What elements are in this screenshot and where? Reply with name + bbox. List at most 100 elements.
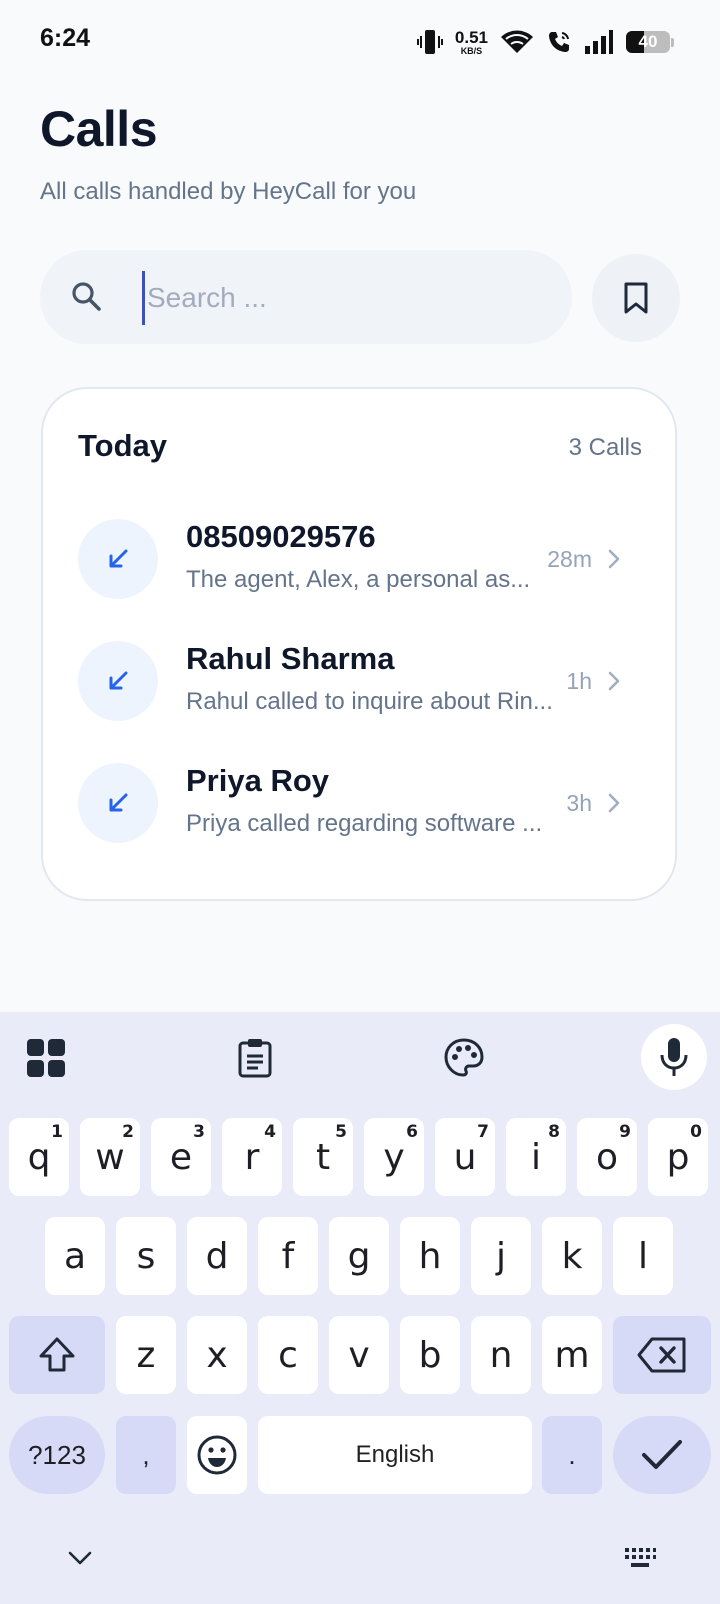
key-label: w xyxy=(95,1136,125,1178)
chevron-right-icon xyxy=(608,793,620,813)
key-hint: 5 xyxy=(335,1122,347,1142)
key-a[interactable]: a xyxy=(45,1217,105,1295)
call-summary: The agent, Alex, a personal as... xyxy=(186,566,531,593)
space-key-label: English xyxy=(355,1441,435,1468)
comma-key-label: , xyxy=(142,1439,150,1470)
on-screen-keyboard xyxy=(0,1012,720,1604)
key-k[interactable]: k xyxy=(542,1217,602,1295)
key-hint: 0 xyxy=(690,1122,702,1142)
key-label: o xyxy=(595,1136,619,1178)
call-summary: Rahul called to inquire about Rin... xyxy=(186,688,553,715)
clipboard-icon xyxy=(238,1039,272,1078)
key-hint: 9 xyxy=(619,1122,631,1142)
key-z[interactable]: z xyxy=(116,1316,176,1394)
call-name: Rahul Sharma xyxy=(186,641,395,676)
voice-input-button[interactable] xyxy=(641,1024,707,1090)
checkmark-icon xyxy=(642,1440,682,1469)
key-v[interactable]: v xyxy=(329,1316,389,1394)
search-input[interactable] xyxy=(142,271,547,325)
status-time: 6:24 xyxy=(40,24,91,52)
key-hint: 8 xyxy=(548,1122,560,1142)
period-key[interactable]: . xyxy=(542,1416,602,1494)
key-label: e xyxy=(169,1136,193,1178)
call-row[interactable]: Rahul Sharma Rahul called to inquire abo… xyxy=(78,636,644,726)
call-time: 1h xyxy=(566,668,592,694)
incoming-call-icon xyxy=(109,671,128,690)
palette-icon xyxy=(444,1038,484,1077)
page-title: Calls xyxy=(40,101,158,157)
incoming-call-icon xyxy=(109,549,128,568)
backspace-key[interactable] xyxy=(613,1316,711,1394)
call-time: 28m xyxy=(547,546,592,572)
key-label: q xyxy=(27,1136,51,1178)
keyboard-switch-button[interactable] xyxy=(620,1544,660,1572)
key-o[interactable]: o9 xyxy=(577,1118,637,1196)
key-g[interactable]: g xyxy=(329,1217,389,1295)
hide-keyboard-button[interactable] xyxy=(62,1544,98,1572)
space-key[interactable]: English xyxy=(258,1416,532,1494)
key-hint: 2 xyxy=(122,1122,134,1142)
key-h[interactable]: h xyxy=(400,1217,460,1295)
key-label: r xyxy=(244,1136,260,1178)
shift-key[interactable] xyxy=(9,1316,105,1394)
key-w[interactable]: w2 xyxy=(80,1118,140,1196)
incoming-call-icon xyxy=(109,793,128,812)
bookmark-button[interactable] xyxy=(592,254,680,342)
section-title-today: Today xyxy=(78,428,167,463)
key-hint: 4 xyxy=(264,1122,276,1142)
key-c[interactable]: c xyxy=(258,1316,318,1394)
emoji-key[interactable] xyxy=(187,1416,247,1494)
key-hint: 3 xyxy=(193,1122,205,1142)
clipboard-button[interactable] xyxy=(233,1036,277,1080)
comma-key[interactable]: , xyxy=(116,1416,176,1494)
chevron-right-icon xyxy=(608,671,620,691)
call-row[interactable]: 08509029576 The agent, Alex, a personal … xyxy=(78,514,644,604)
key-f[interactable]: f xyxy=(258,1217,318,1295)
key-hint: 7 xyxy=(477,1122,489,1142)
key-hint: 6 xyxy=(406,1122,418,1142)
call-row[interactable]: Priya Roy Priya called regarding softwar… xyxy=(78,758,644,848)
key-j[interactable]: j xyxy=(471,1217,531,1295)
symbols-key[interactable]: ?123 xyxy=(9,1416,105,1494)
keyboard-icon xyxy=(625,1548,656,1567)
key-x[interactable]: x xyxy=(187,1316,247,1394)
call-direction-avatar xyxy=(78,641,158,721)
battery-level: 40 xyxy=(638,32,658,51)
key-u[interactable]: u7 xyxy=(435,1118,495,1196)
apps-grid-button[interactable] xyxy=(24,1036,68,1080)
shift-icon xyxy=(39,1337,75,1372)
theme-button[interactable] xyxy=(442,1036,486,1080)
period-key-label: . xyxy=(568,1439,576,1470)
key-t[interactable]: t5 xyxy=(293,1118,353,1196)
network-speed-unit: KB/S xyxy=(460,45,483,56)
key-label: y xyxy=(383,1136,405,1178)
call-name: Priya Roy xyxy=(186,763,330,798)
key-p[interactable]: p0 xyxy=(648,1118,708,1196)
key-n[interactable]: n xyxy=(471,1316,531,1394)
key-label: t xyxy=(315,1136,331,1178)
key-label: i xyxy=(530,1136,541,1178)
network-speed-value: 0.51 xyxy=(454,27,488,47)
key-r[interactable]: r4 xyxy=(222,1118,282,1196)
key-q[interactable]: q1 xyxy=(9,1118,69,1196)
key-s[interactable]: s xyxy=(116,1217,176,1295)
key-l[interactable]: l xyxy=(613,1217,673,1295)
search-icon xyxy=(72,282,101,311)
call-summary: Priya called regarding software ... xyxy=(186,810,543,837)
key-m[interactable]: m xyxy=(542,1316,602,1394)
battery-icon: 40 xyxy=(626,31,670,53)
signal-icon xyxy=(585,30,613,54)
symbols-key-label: ?123 xyxy=(28,1439,86,1470)
bookmark-icon xyxy=(624,282,648,314)
backspace-icon xyxy=(637,1337,686,1373)
call-direction-avatar xyxy=(78,763,158,843)
key-d[interactable]: d xyxy=(187,1217,247,1295)
call-direction-avatar xyxy=(78,519,158,599)
key-b[interactable]: b xyxy=(400,1316,460,1394)
key-e[interactable]: e3 xyxy=(151,1118,211,1196)
call-time: 3h xyxy=(566,790,592,816)
key-i[interactable]: i8 xyxy=(506,1118,566,1196)
microphone-icon xyxy=(660,1038,688,1076)
enter-key[interactable] xyxy=(613,1416,711,1494)
key-y[interactable]: y6 xyxy=(364,1118,424,1196)
